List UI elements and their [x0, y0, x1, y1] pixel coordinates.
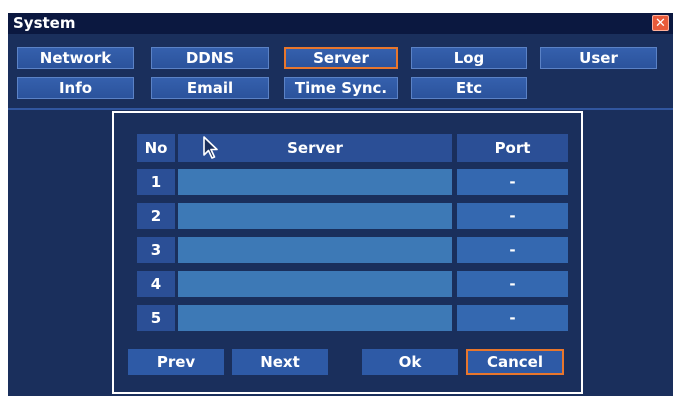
- tab-email[interactable]: Email: [151, 77, 269, 99]
- tab-ddns[interactable]: DDNS: [151, 47, 269, 69]
- tab-log[interactable]: Log: [411, 47, 527, 69]
- tab-etc[interactable]: Etc: [411, 77, 527, 99]
- cancel-button[interactable]: Cancel: [466, 349, 564, 375]
- port-field[interactable]: -: [457, 203, 568, 229]
- row-number: 1: [137, 169, 175, 195]
- ok-button[interactable]: Ok: [362, 349, 458, 375]
- port-field[interactable]: -: [457, 237, 568, 263]
- server-field[interactable]: [178, 271, 452, 297]
- tab-info[interactable]: Info: [17, 77, 134, 99]
- server-panel: No Server Port 1 - 2 - 3 - 4 - 5 - Prev …: [112, 111, 583, 394]
- window-title: System: [13, 14, 76, 32]
- prev-button[interactable]: Prev: [128, 349, 224, 375]
- server-field[interactable]: [178, 305, 452, 331]
- divider: [8, 108, 673, 110]
- port-field[interactable]: -: [457, 305, 568, 331]
- port-field[interactable]: -: [457, 271, 568, 297]
- server-field[interactable]: [178, 237, 452, 263]
- close-icon[interactable]: ✕: [652, 15, 669, 31]
- tab-network[interactable]: Network: [17, 47, 134, 69]
- tab-server[interactable]: Server: [284, 47, 398, 69]
- row-number: 5: [137, 305, 175, 331]
- column-header-no: No: [137, 134, 175, 162]
- tab-time-sync[interactable]: Time Sync.: [284, 77, 398, 99]
- tab-bar: Network DDNS Server Log User Info Email …: [8, 34, 673, 108]
- column-header-port: Port: [457, 134, 568, 162]
- row-number: 2: [137, 203, 175, 229]
- mouse-pointer-icon: [203, 136, 218, 159]
- system-window: System ✕ Network DDNS Server Log User In…: [8, 13, 673, 396]
- row-number: 4: [137, 271, 175, 297]
- title-bar: System ✕: [8, 13, 673, 34]
- port-field[interactable]: -: [457, 169, 568, 195]
- server-field[interactable]: [178, 169, 452, 195]
- tab-user[interactable]: User: [540, 47, 657, 69]
- column-header-server: Server: [178, 134, 452, 162]
- next-button[interactable]: Next: [232, 349, 328, 375]
- row-number: 3: [137, 237, 175, 263]
- server-field[interactable]: [178, 203, 452, 229]
